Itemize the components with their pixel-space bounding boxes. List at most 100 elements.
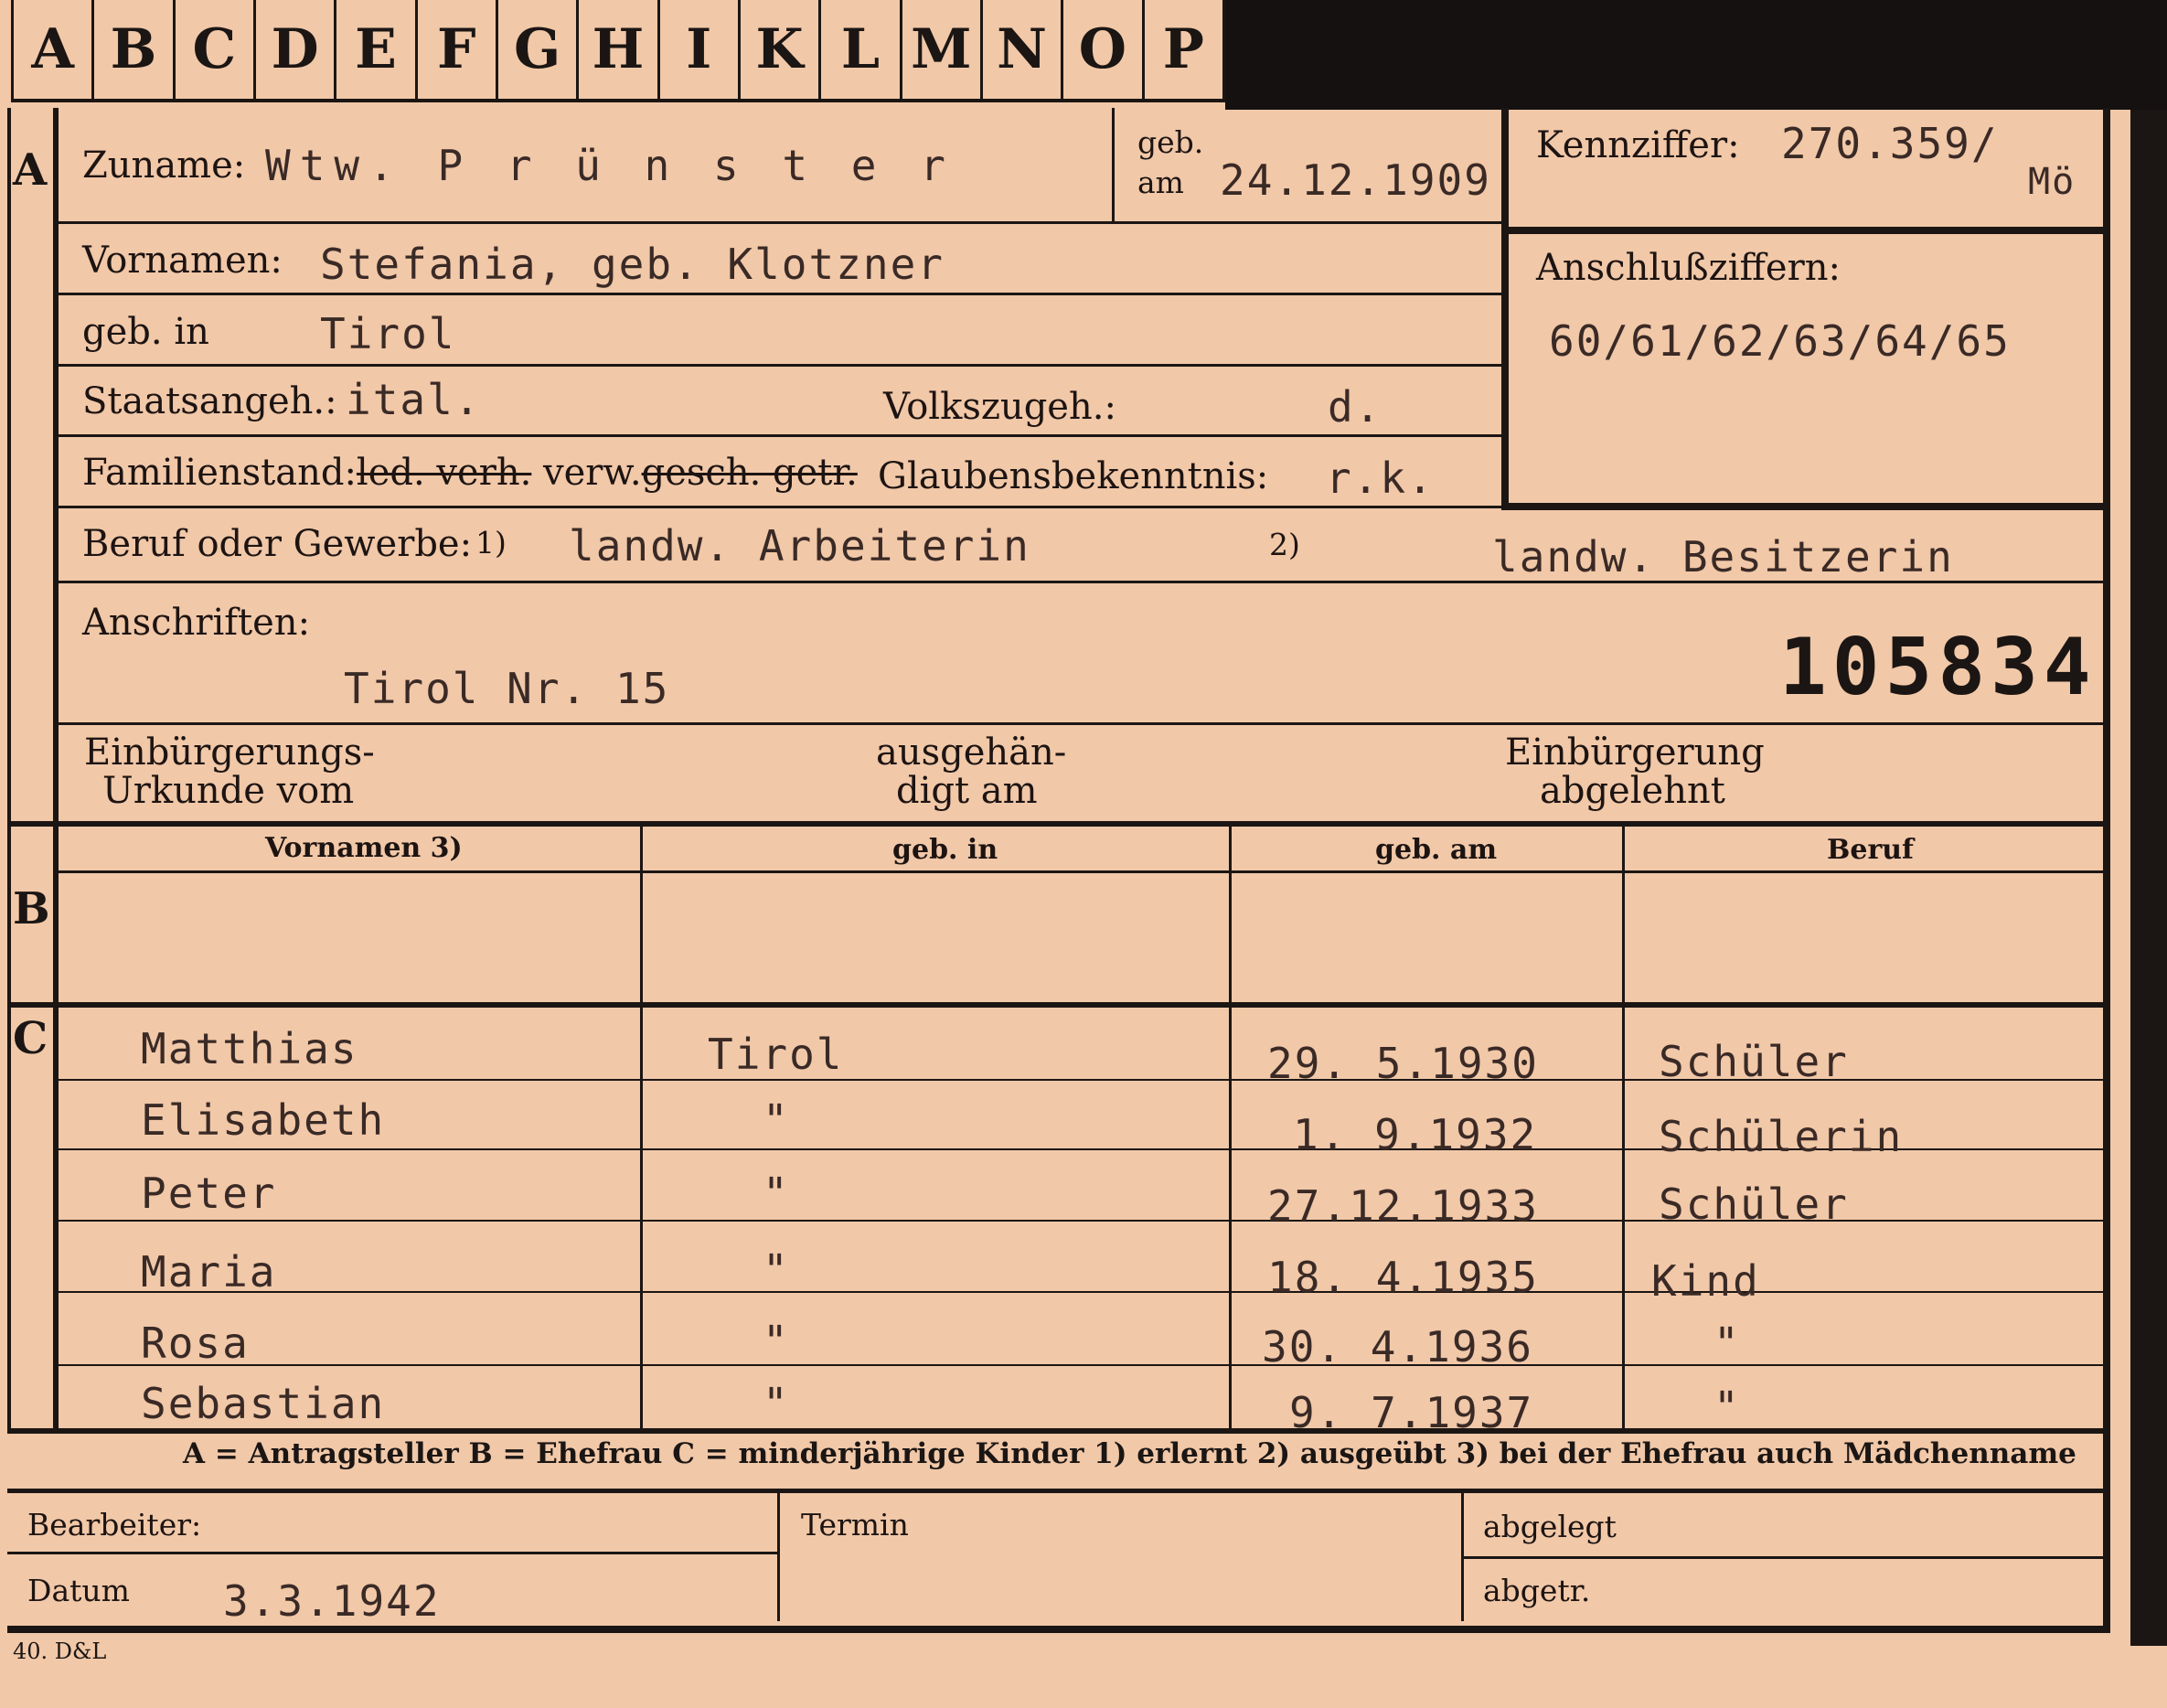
child-born-on: 29. 5.1930 [1267, 1039, 1539, 1088]
footer-column-divider [1461, 1493, 1464, 1621]
child-born-in: " [763, 1245, 790, 1295]
religion-label: Glaubensbekenntnis: [878, 455, 1269, 497]
footer-divider [1463, 1556, 2103, 1559]
date-label: Datum [27, 1573, 130, 1608]
born-on-divider [1112, 108, 1115, 223]
index-tab: L [821, 0, 902, 99]
born-on-value: 24.12.1909 [1220, 155, 1491, 205]
table-column-divider [640, 827, 643, 1428]
child-born-on: 18. 4.1935 [1267, 1253, 1539, 1302]
child-occupation: " [1713, 1318, 1741, 1368]
child-born-in: " [763, 1317, 790, 1366]
index-tab-row: A B C D E F G H I K L M N O P [11, 0, 1225, 102]
naturalization-label-top: Einbürgerungs- [84, 731, 375, 774]
forenames-value: Stefania, geb. Klotzner [320, 240, 945, 289]
removed-label: abgetr. [1483, 1573, 1591, 1608]
header-occupation: Beruf [1827, 834, 1914, 866]
naturalization-label-bottom: Urkunde vom [102, 770, 355, 812]
ethnicity-label: Volkszugeh.: [883, 386, 1116, 428]
child-occupation: Kind [1651, 1256, 1760, 1306]
child-occupation: " [1713, 1382, 1741, 1432]
table-header-divider [59, 870, 2103, 873]
section-b-marker: B [13, 883, 50, 934]
religion-value: r.k. [1326, 454, 1435, 503]
index-tab: M [902, 0, 983, 99]
stamped-number: 105834 [1779, 622, 2097, 713]
born-in-value: Tirol [320, 309, 456, 358]
ethnicity-value: d. [1328, 382, 1382, 432]
index-tab: C [176, 0, 256, 99]
marital-label-text: Familienstand: [82, 452, 357, 494]
row-divider [59, 221, 1501, 224]
scan-background [1225, 0, 2167, 110]
child-row-divider [59, 1291, 2103, 1293]
rejected-label-top: Einbürgerung [1505, 731, 1765, 774]
legend-divider [7, 1489, 2110, 1493]
child-name: Rosa [141, 1318, 250, 1368]
child-name: Sebastian [141, 1379, 386, 1428]
date-value: 3.3.1942 [223, 1576, 441, 1626]
section-column-divider [53, 108, 59, 1428]
child-name: Matthias [141, 1024, 358, 1073]
row-divider [59, 293, 1501, 295]
addresses-label: Anschriften: [82, 602, 311, 644]
index-tab: I [660, 0, 741, 99]
occupation-practised-value: landw. Besitzerin [1492, 532, 1954, 582]
child-occupation: Schülerin [1659, 1112, 1904, 1161]
marital-struck-option: led. verh. [356, 452, 532, 494]
section-a-marker: A [13, 144, 48, 196]
forenames-label: Vornamen: [82, 240, 283, 282]
index-tab: P [1145, 0, 1225, 99]
index-tab: N [983, 0, 1064, 99]
surname-label: Zuname: [82, 144, 246, 187]
index-tab: F [418, 0, 498, 99]
kennziffer-label: Kennziffer: [1536, 124, 1740, 166]
row-divider [59, 722, 2103, 725]
clerk-label: Bearbeiter: [27, 1507, 202, 1543]
marital-selected-option: verw. [531, 452, 642, 494]
occupation-learned-value: landw. Arbeiterin [569, 521, 1030, 571]
kennziffer-value: 270.359/ [1781, 119, 1999, 168]
child-born-in: Tirol [708, 1030, 844, 1079]
child-name: Elisabeth [141, 1095, 386, 1145]
index-tab: A [11, 0, 95, 99]
index-tab: G [498, 0, 580, 99]
born-in-label: geb. in [82, 311, 209, 353]
child-occupation: Schüler [1659, 1037, 1849, 1086]
section-divider-b-c [7, 1002, 2110, 1008]
occupation-label: Beruf oder Gewerbe: [82, 523, 473, 565]
occupation-footnote-1: 1) [475, 525, 507, 560]
table-column-divider [1229, 827, 1232, 1428]
index-tab: B [94, 0, 176, 99]
table-column-divider [1622, 827, 1625, 1428]
handed-out-label-bottom: digt am [896, 770, 1038, 812]
legend-line: A = Antragsteller B = Ehefrau C = minder… [183, 1437, 2076, 1470]
index-tab: H [579, 0, 660, 99]
rejected-label-bottom: abgelehnt [1540, 770, 1725, 812]
anschluss-label: Anschlußziffern: [1536, 247, 1841, 289]
index-tab: D [256, 0, 337, 99]
header-forenames: Vornamen 3) [265, 832, 463, 864]
row-divider [59, 364, 1501, 367]
section-c-marker: C [13, 1013, 48, 1064]
kennziffer-box-divider [1509, 227, 2103, 234]
row-divider [59, 434, 1501, 437]
child-occupation: Schüler [1659, 1180, 1849, 1229]
deadline-label: Termin [801, 1507, 909, 1543]
header-born-on: geb. am [1375, 834, 1498, 866]
footer-column-divider [777, 1493, 780, 1621]
surname-value: Wtw. P r ü n s t e r [265, 141, 955, 190]
child-born-on: 9. 7.1937 [1289, 1388, 1534, 1437]
citizenship-value: ital. [346, 375, 482, 424]
child-row-divider [59, 1364, 2103, 1366]
kennziffer-box-border [1501, 108, 1509, 510]
card-edge-shadow [2130, 110, 2167, 1646]
print-code: 40. D&L [13, 1639, 107, 1664]
section-divider-c-legend [7, 1428, 2110, 1434]
born-on-label-top: geb. [1137, 124, 1204, 160]
marital-status-label: Familienstand:led. verh. verw.gesch. get… [82, 452, 858, 494]
index-tab: E [336, 0, 418, 99]
filed-label: abgelegt [1483, 1509, 1617, 1544]
footer-divider [7, 1552, 777, 1554]
occupation-footnote-2: 2) [1269, 527, 1300, 562]
